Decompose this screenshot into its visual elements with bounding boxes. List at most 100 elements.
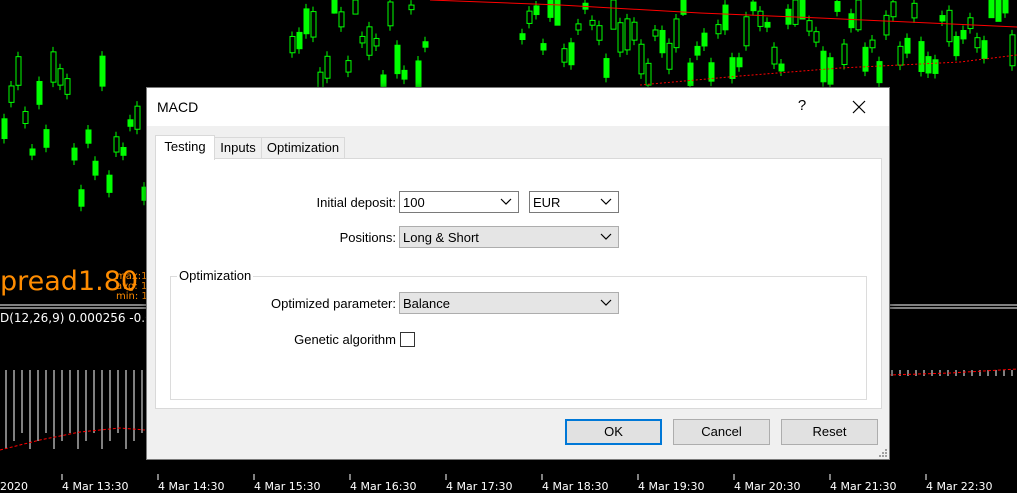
candle-body: [50, 51, 57, 83]
spread-stats: max:1 avg: 1 min: 1: [116, 272, 148, 302]
time-axis-label: 4 Mar 16:30: [350, 480, 417, 493]
candle-body: [78, 189, 85, 207]
tab-inputs[interactable]: Inputs: [214, 137, 262, 158]
chevron-down-icon: [600, 233, 612, 240]
genetic-algorithm-label: Genetic algorithm: [294, 332, 396, 347]
candle-body: [631, 21, 638, 41]
candle-body: [792, 0, 799, 25]
candle-body: [401, 69, 408, 80]
close-icon: [852, 100, 866, 114]
candle-body: [352, 0, 359, 15]
time-axis-label: 4 Mar 18:30: [542, 480, 609, 493]
candle-body: [883, 14, 890, 36]
candle-body: [778, 63, 785, 72]
candle-body: [92, 160, 99, 176]
time-axis-label: 4 Mar 14:30: [158, 480, 225, 493]
candle-body: [526, 10, 533, 24]
optimized-parameter-combo[interactable]: Balance: [399, 292, 619, 314]
candle-body: [757, 10, 764, 27]
candle-body: [15, 56, 22, 86]
genetic-algorithm-checkbox[interactable]: [400, 332, 415, 347]
macd-indicator-label: D(12,26,9) 0.000256 -0.00: [0, 311, 161, 325]
candle-body: [974, 37, 981, 49]
candle-body: [324, 55, 331, 79]
candle-body: [960, 30, 967, 40]
initial-deposit-label: Initial deposit:: [316, 195, 397, 210]
candle-body: [624, 18, 631, 51]
candle-body: [645, 62, 652, 86]
macd-signal-line-right: [887, 368, 1017, 376]
candle-body: [988, 0, 995, 19]
candle-body: [869, 39, 876, 49]
candle-body: [610, 0, 617, 30]
candle-body: [373, 37, 380, 47]
candle-body: [687, 62, 694, 87]
candle-body: [673, 18, 680, 49]
chevron-down-icon: [500, 198, 512, 205]
candle-body: [764, 21, 771, 28]
candle-body: [848, 13, 855, 29]
optimized-parameter-value: Balance: [403, 296, 450, 311]
candle-body: [394, 44, 401, 75]
help-button[interactable]: ?: [795, 97, 809, 114]
candle-body: [911, 2, 918, 19]
testing-panel: Initial deposit: 100 EUR Positions: Long…: [155, 158, 882, 409]
candle-body: [715, 24, 722, 35]
candle-body: [134, 105, 141, 130]
candle-body: [771, 46, 778, 65]
candle-body: [127, 119, 134, 127]
candle-body: [547, 0, 554, 18]
candle-body: [99, 55, 106, 87]
candle-body: [981, 40, 988, 59]
candle-body: [701, 32, 708, 47]
candle-body: [387, 1, 394, 27]
ok-button[interactable]: OK: [565, 419, 662, 445]
currency-combo[interactable]: EUR: [529, 191, 619, 213]
candle-body: [533, 5, 540, 16]
candle-body: [106, 174, 113, 193]
candle-body: [540, 43, 547, 51]
candle-body: [554, 0, 561, 26]
candle-body: [876, 61, 883, 84]
candle-body: [617, 22, 624, 53]
candle-body: [729, 57, 736, 79]
resize-grip-icon[interactable]: [878, 448, 888, 458]
candle-body: [303, 8, 310, 35]
chevron-down-icon: [600, 198, 612, 205]
candle-body: [834, 1, 841, 12]
positions-label: Positions:: [339, 230, 396, 245]
candle-body: [296, 31, 303, 50]
candle-body: [666, 42, 673, 70]
candle-body: [827, 57, 834, 85]
candle-body: [897, 45, 904, 66]
candle-body: [806, 20, 813, 32]
candle-body: [85, 129, 92, 144]
reset-button[interactable]: Reset: [781, 419, 878, 445]
close-button[interactable]: [847, 95, 871, 119]
initial-deposit-combo[interactable]: 100: [399, 191, 519, 213]
candle-body: [995, 0, 1002, 22]
candle-body: [366, 26, 373, 56]
candle-body: [345, 60, 352, 73]
candle-body: [561, 48, 568, 63]
candle-body: [603, 58, 610, 78]
time-axis-label: 4 Mar 22:30: [926, 480, 993, 493]
candle-body: [36, 81, 43, 105]
candle-body: [1009, 34, 1016, 67]
candle-body: [8, 85, 15, 103]
tab-testing[interactable]: Testing: [155, 135, 215, 160]
candle-body: [841, 43, 848, 66]
dialog-titlebar[interactable]: MACD ?: [147, 88, 889, 126]
candle-body: [799, 0, 806, 20]
chevron-down-icon: [600, 299, 612, 306]
positions-combo[interactable]: Long & Short: [399, 226, 619, 248]
candle-body: [722, 4, 729, 31]
candle-body: [652, 29, 659, 37]
candle-body: [43, 129, 50, 148]
tab-optimization[interactable]: Optimization: [261, 137, 345, 158]
candle-body: [813, 31, 820, 43]
candle-body: [918, 41, 925, 72]
cancel-button[interactable]: Cancel: [673, 419, 770, 445]
candle-body: [736, 57, 743, 68]
candle-body: [946, 9, 953, 43]
